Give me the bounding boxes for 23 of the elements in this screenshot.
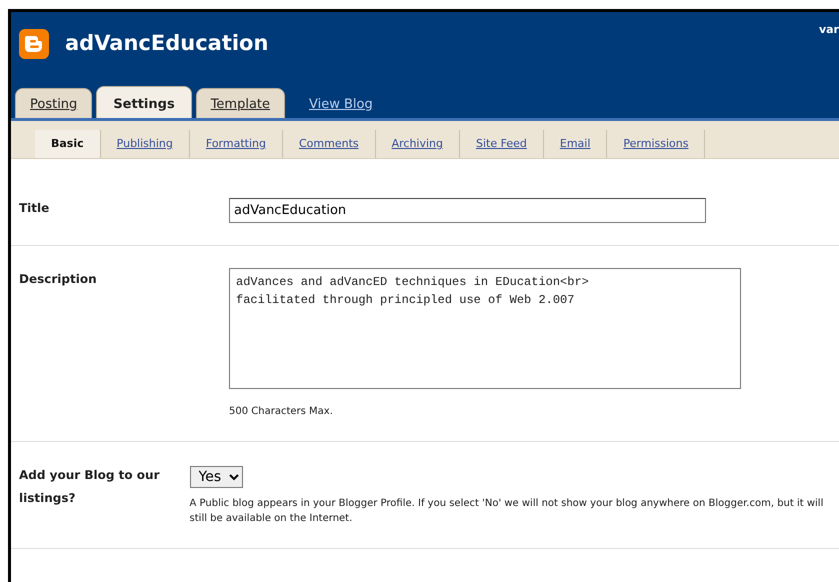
tab[interactable]: Template: [196, 88, 286, 118]
field-label: Description: [19, 271, 98, 288]
view-blog-link[interactable]: View Blog: [289, 88, 393, 118]
subtab[interactable]: Basic: [35, 130, 101, 158]
blog-title: adVancEducation: [65, 30, 268, 57]
subtab[interactable]: Comments: [282, 130, 376, 158]
help-text: A Public blog appears in your Blogger Profile. If you select 'No' we will not show your blog anywhere on Blogger.com, but it will still be available on the Internet.: [190, 497, 824, 526]
subtab[interactable]: Email: [544, 130, 608, 158]
tab[interactable]: Settings: [96, 86, 192, 118]
field-label: Title: [19, 200, 50, 217]
description-field[interactable]: adVances and adVancED techniques in EDucation<br> facilitated through principled use of Web 2.007: [229, 268, 741, 389]
help-text: 500 Characters Max.: [229, 405, 334, 419]
subtab[interactable]: Archiving: [376, 130, 460, 158]
listing-dropdown[interactable]: Yes: [190, 466, 243, 488]
tab[interactable]: Posting: [15, 88, 92, 118]
subtab[interactable]: Permissions: [607, 130, 706, 158]
blogger-logo-icon: [19, 28, 49, 59]
subtab[interactable]: Formatting: [190, 130, 283, 158]
subtab[interactable]: Site Feed: [460, 130, 544, 158]
user-name: var: [818, 22, 839, 38]
field-label: Add your Blog to our listings?: [19, 467, 160, 507]
subtab[interactable]: Publishing: [100, 130, 190, 158]
title-field[interactable]: adVancEducation: [229, 198, 706, 223]
